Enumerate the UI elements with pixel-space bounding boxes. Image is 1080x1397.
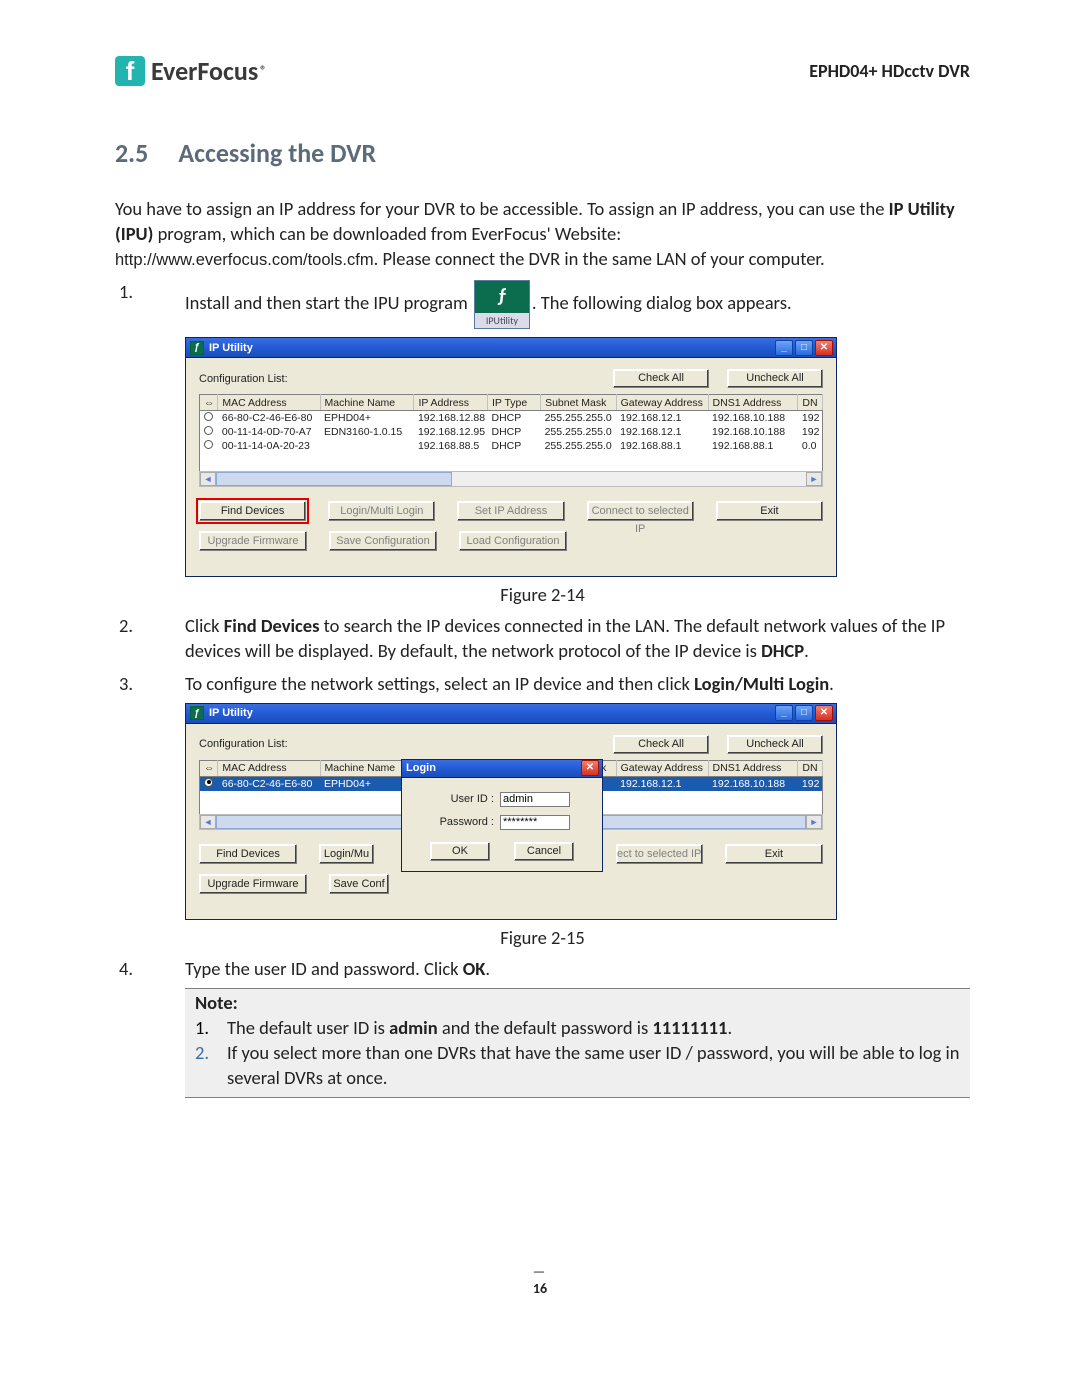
intro-paragraph: You have to assign an IP address for you… [115,197,970,272]
check-all-button[interactable]: Check All [613,369,709,388]
col-dns1[interactable]: DNS1 Address [708,395,798,411]
close-button[interactable]: ✕ [815,340,833,356]
row-radio[interactable] [204,778,213,787]
app-icon: ƒ [190,341,204,355]
upgrade-firmware-button[interactable]: Upgrade Firmware [199,874,307,894]
password-label: Password : [434,816,494,828]
table-row[interactable]: 00-11-14-0A-20-23192.168.88.5 DHCP255.25… [200,439,823,453]
scroll-left-icon[interactable]: ◄ [200,815,216,829]
userid-label: User ID : [434,793,494,805]
col-dns-overflow[interactable]: DN [798,395,823,411]
userid-input[interactable] [500,792,570,807]
table-row[interactable]: 00-11-14-0D-70-A7EDN3160-1.0.15192.168.1… [200,425,823,439]
connect-button[interactable]: Connect to selected IP [587,501,694,521]
note-item-1: 1. The default user ID is admin and the … [195,1016,960,1041]
logo: f EverFocus® [115,55,266,87]
login-titlebar[interactable]: Login ✕ [402,760,602,778]
login-dialog: Login ✕ User ID : Password : OK Cancel [401,759,603,872]
app-icon: ƒ [190,706,204,720]
set-ip-button[interactable]: Set IP Address [457,501,564,521]
scroll-left-icon[interactable]: ◄ [200,472,216,486]
col-machine[interactable]: Machine Name [320,395,414,411]
page-number: 16 [533,1280,547,1297]
ip-utility-window-1: ƒ IP Utility _ □ ✕ Configuration List: C… [185,337,837,577]
step-1: 1. Install and then start the IPU progra… [115,280,970,330]
uncheck-all-button[interactable]: Uncheck All [727,735,823,754]
window-title: IP Utility [209,707,775,719]
exit-button[interactable]: Exit [716,501,823,521]
section-number: 2.5 [115,137,148,169]
figure-caption-1: Figure 2-14 [115,583,970,606]
col-ip[interactable]: IP Address [414,395,488,411]
col-subnet[interactable]: Subnet Mask [541,395,617,411]
minimize-button[interactable]: _ [775,340,793,356]
login-title: Login [406,762,581,774]
maximize-button[interactable]: □ [795,705,813,721]
scroll-right-icon[interactable]: ► [806,815,822,829]
password-input[interactable] [500,815,570,830]
uncheck-all-button[interactable]: Uncheck All [727,369,823,388]
connect-button[interactable]: ect to selected IP [616,844,703,864]
find-devices-button[interactable]: Find Devices [199,501,306,521]
col-mac[interactable]: MAC Address [218,395,320,411]
login-ok-button[interactable]: OK [430,842,490,861]
page-footer: — 16 [0,1263,1080,1297]
section-title: 2.5Accessing the DVR [115,137,970,169]
device-table[interactable]: ⇔ MAC Address Machine Name IP Address IP… [199,394,823,472]
login-multi-button[interactable]: Login/Multi Login [328,501,435,521]
note-title: Note: [195,991,960,1016]
row-radio[interactable] [204,426,213,435]
figure-caption-2: Figure 2-15 [115,926,970,949]
login-multi-button[interactable]: Login/Mu [319,844,374,864]
exit-button[interactable]: Exit [725,844,823,864]
titlebar[interactable]: ƒ IP Utility _ □ ✕ [186,704,836,724]
step-2: 2. Click Find Devices to search the IP d… [115,614,970,664]
document-id: EPHD04+ HDcctv DVR [809,60,970,82]
config-list-label: Configuration List: [199,373,288,385]
scroll-right-icon[interactable]: ► [806,472,822,486]
scroll-thumb[interactable] [216,472,452,486]
logo-text: EverFocus [151,55,258,87]
col-select[interactable]: ⇔ [200,395,218,411]
close-button[interactable]: ✕ [815,705,833,721]
step-4: 4. Type the user ID and password. Click … [115,957,970,982]
minimize-button[interactable]: _ [775,705,793,721]
login-cancel-button[interactable]: Cancel [514,842,574,861]
ip-utility-window-2: ƒ IP Utility _ □ ✕ Configuration List: C… [185,703,837,921]
find-devices-button[interactable]: Find Devices [199,844,297,864]
window-title: IP Utility [209,342,775,354]
col-gateway[interactable]: Gateway Address [616,395,708,411]
table-row[interactable]: 66-80-C2-46-E6-80EPHD04+192.168.12.88 DH… [200,411,823,426]
maximize-button[interactable]: □ [795,340,813,356]
row-radio[interactable] [204,412,213,421]
note-block: Note: 1. The default user ID is admin an… [185,988,970,1098]
ipu-shortcut-icon: ƒ IPUtility [474,280,530,330]
upgrade-firmware-button[interactable]: Upgrade Firmware [199,531,307,551]
load-config-button[interactable]: Load Configuration [459,531,567,551]
horizontal-scrollbar[interactable]: ◄ ► [199,471,823,487]
titlebar[interactable]: ƒ IP Utility _ □ ✕ [186,338,836,358]
save-config-button[interactable]: Save Configuration [329,531,437,551]
check-all-button[interactable]: Check All [613,735,709,754]
step-3: 3. To configure the network settings, se… [115,672,970,697]
save-config-button[interactable]: Save Conf [329,874,389,894]
col-iptype[interactable]: IP Type [487,395,540,411]
everfocus-mark-icon: f [115,56,145,86]
note-item-2: 2. If you select more than one DVRs that… [195,1041,960,1091]
login-close-button[interactable]: ✕ [581,760,599,776]
tools-url: http://www.everfocus.com/tools.cfm [115,251,374,269]
config-list-label: Configuration List: [199,738,288,750]
row-radio[interactable] [204,440,213,449]
